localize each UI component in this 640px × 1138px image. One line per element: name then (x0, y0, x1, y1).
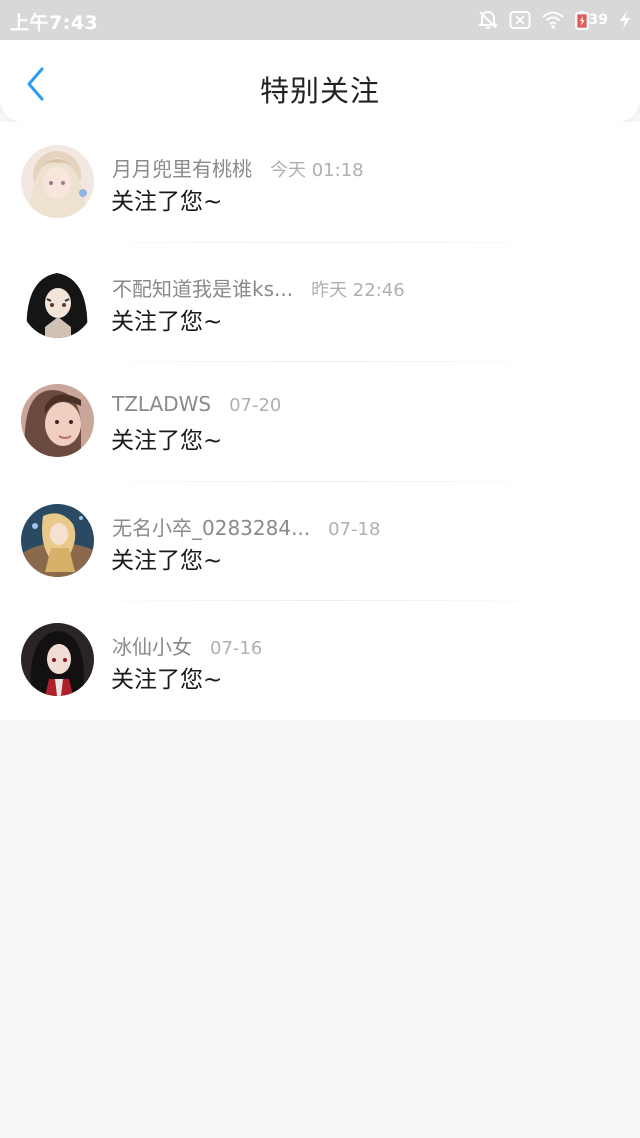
timestamp: 昨天 22:46 (311, 279, 405, 301)
timestamp: 今天 01:18 (270, 160, 364, 181)
avatar[interactable] (21, 264, 94, 338)
status-time: 上午7:43 (10, 12, 99, 34)
timestamp: 07-16 (210, 638, 263, 659)
user-name[interactable]: 无名小卒_0283284... (112, 512, 310, 541)
user-name[interactable]: TZLADWS (112, 392, 211, 416)
sim-none-icon (509, 10, 531, 30)
list-item[interactable]: 无名小卒_0283284... 07-18 关注了您~ (0, 480, 640, 601)
nav-bar: 特别关注 (0, 40, 640, 122)
list-item[interactable]: TZLADWS 07-20 关注了您~ (0, 361, 640, 481)
avatar[interactable] (21, 623, 94, 696)
user-name[interactable]: 月月兜里有桃桃 (112, 153, 252, 182)
notification-message: 关注了您~ (111, 547, 223, 574)
bell-off-icon (477, 9, 499, 31)
list-item[interactable]: 不配知道我是谁ks... 昨天 22:46 关注了您~ (0, 241, 640, 362)
list-item[interactable]: 月月兜里有桃桃 今天 01:18 关注了您~ (0, 122, 640, 242)
avatar[interactable] (21, 384, 94, 457)
avatar[interactable] (21, 503, 94, 577)
avatar[interactable] (21, 145, 94, 218)
notification-list: 月月兜里有桃桃 今天 01:18 关注了您~ 不配知道我是谁ks... 昨天 2… (0, 122, 640, 720)
notification-message: 关注了您~ (111, 308, 223, 335)
battery-icon: 39 (574, 10, 608, 30)
status-icons: 39 (477, 8, 632, 32)
timestamp: 07-20 (229, 395, 282, 416)
notification-message: 关注了您~ (111, 189, 223, 215)
wifi-icon (541, 10, 565, 30)
status-bar: 上午7:43 39 (0, 0, 640, 40)
battery-level: 39 (588, 12, 608, 28)
charging-icon (618, 10, 632, 30)
user-name[interactable]: 不配知道我是谁ks... (112, 273, 293, 302)
list-item[interactable]: 冰仙小女 07-16 关注了您~ (0, 600, 640, 720)
notification-message: 关注了您~ (111, 667, 223, 693)
notification-message: 关注了您~ (111, 428, 223, 454)
timestamp: 07-18 (328, 518, 381, 540)
user-name[interactable]: 冰仙小女 (112, 631, 192, 660)
page-title: 特别关注 (259, 74, 380, 108)
